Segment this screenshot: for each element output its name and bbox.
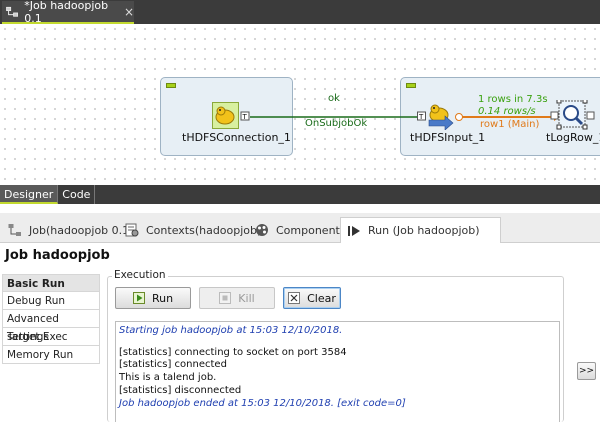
- run-icon: [132, 292, 145, 304]
- design-canvas[interactable]: T tHDFSConnection_1 ok OnSubjobOk T tHDF…: [0, 24, 600, 185]
- console-line-start: Starting job hadoopjob at 15:03 12/10/20…: [119, 325, 343, 336]
- console-line-end: Job hadoopjob ended at 15:03 12/10/2018.…: [119, 397, 406, 409]
- talend-studio-window: *Job hadoopjob 0.1 × T tHDFSConnection_1…: [0, 0, 600, 422]
- run-button[interactable]: Run: [115, 287, 191, 309]
- svg-text:T: T: [418, 113, 424, 121]
- lower-panel-tab-bar: Job(hadoopjob 0.1) Contexts(hadoopjob) C…: [0, 213, 600, 243]
- tab-contexts-label: Contexts(hadoopjob): [146, 223, 262, 237]
- row-stats-rows: 1 rows in 7.3s: [478, 94, 548, 105]
- run-mode-nav: Basic Run Debug Run Advanced settings Ta…: [2, 274, 100, 364]
- close-icon[interactable]: ×: [124, 5, 134, 19]
- console-line: [statistics] disconnected: [119, 384, 242, 396]
- svg-text:T: T: [242, 113, 248, 121]
- row-stats-rate: 0.14 rows/s: [478, 106, 536, 117]
- nav-debug-run[interactable]: Debug Run: [2, 292, 100, 310]
- tab-designer[interactable]: Designer: [0, 185, 59, 204]
- tab-contexts[interactable]: Contexts(hadoopjob): [125, 217, 261, 243]
- clear-button[interactable]: Clear: [283, 287, 341, 309]
- nav-basic-run[interactable]: Basic Run: [2, 274, 100, 292]
- tab-job-label: Job(hadoopjob 0.1): [29, 223, 134, 237]
- nav-target-exec[interactable]: Target Exec: [2, 328, 100, 346]
- hdfs-input-label: tHDFSInput_1: [410, 131, 486, 144]
- onsubjobok-label[interactable]: OnSubjobOk: [305, 118, 367, 129]
- hdfs-input-component-icon[interactable]: T: [417, 102, 465, 130]
- job-editor-tab-title: *Job hadoopjob 0.1: [24, 0, 109, 25]
- kill-icon: [219, 292, 232, 304]
- job-icon: [8, 224, 21, 236]
- run-section-title: Job hadoopjob: [5, 248, 110, 263]
- tab-code[interactable]: Code: [58, 185, 96, 204]
- tab-component[interactable]: Component: [255, 217, 340, 243]
- expand-panel-button[interactable]: >>: [577, 362, 596, 380]
- editor-tab-bar: *Job hadoopjob 0.1 ×: [0, 0, 600, 25]
- kill-button[interactable]: Kill: [199, 287, 275, 309]
- clear-icon: [288, 292, 301, 304]
- tab-job[interactable]: Job(hadoopjob 0.1): [8, 217, 133, 243]
- tab-component-label: Component: [276, 223, 340, 237]
- hdfs-connection-label: tHDFSConnection_1: [182, 131, 291, 144]
- run-button-label: Run: [151, 291, 174, 305]
- logrow-label: tLogRow_1: [546, 131, 600, 144]
- logrow-component-icon[interactable]: [547, 100, 600, 130]
- console-line: [statistics] connecting to socket on por…: [119, 346, 347, 358]
- tab-run[interactable]: Run (Job hadoopjob): [340, 217, 501, 243]
- view-tab-bar: Designer Code: [0, 185, 600, 204]
- component-icon: [256, 224, 268, 236]
- console-line: [statistics] connected: [119, 359, 227, 371]
- hdfs-connection-component-icon[interactable]: T: [212, 102, 252, 130]
- console-output[interactable]: Starting job hadoopjob at 15:03 12/10/20…: [115, 321, 560, 422]
- run-job-icon: [348, 225, 360, 236]
- nav-memory-run[interactable]: Memory Run: [2, 346, 100, 364]
- job-editor-tab[interactable]: *Job hadoopjob 0.1 ×: [2, 0, 134, 25]
- tab-run-label: Run (Job hadoopjob): [368, 224, 480, 237]
- clear-button-label: Clear: [307, 291, 336, 305]
- console-line: This is a talend job.: [119, 372, 217, 384]
- kill-button-label: Kill: [238, 291, 255, 305]
- contexts-icon: [125, 223, 139, 237]
- subjob-ok-status: ok: [328, 93, 340, 104]
- execution-legend: Execution: [112, 269, 168, 281]
- nav-advanced-settings[interactable]: Advanced settings: [2, 310, 100, 343]
- job-icon: [6, 6, 19, 17]
- row1-main-label[interactable]: row1 (Main): [480, 119, 539, 130]
